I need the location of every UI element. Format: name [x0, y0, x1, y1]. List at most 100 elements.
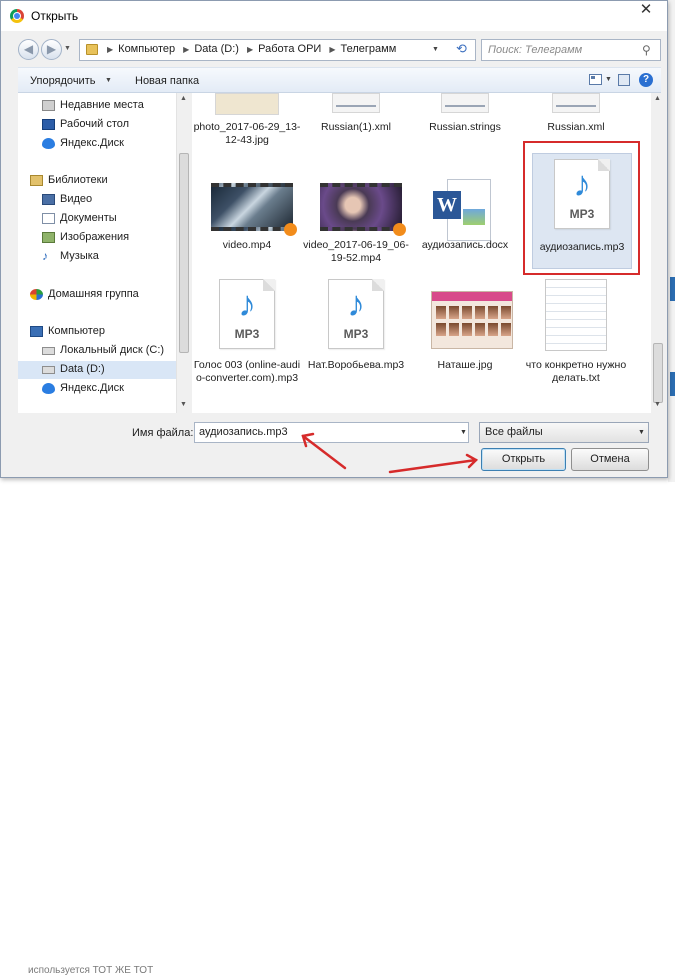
filename-input[interactable]: аудиозапись.mp3 ▼ [194, 422, 469, 443]
nav-scrollbar[interactable]: ▲ ▼ [176, 93, 191, 413]
breadcrumb: ▶ Компьютер ▶ Data (D:) ▶ Работа ОРИ ▶ Телег… [102, 43, 396, 55]
homegroup-icon [30, 289, 43, 300]
drive-icon [42, 347, 55, 355]
refresh-icon[interactable]: ⟲ [456, 41, 467, 57]
file-item-video[interactable]: video.mp4 [193, 179, 301, 259]
mp3-file-icon: ♪ MP3 [219, 279, 275, 349]
recent-pages-dropdown[interactable]: ▼ [64, 45, 71, 52]
file-name: Голос 003 (online-audio-converter.com).m… [193, 359, 301, 384]
new-folder-button[interactable]: Новая папка [135, 75, 199, 87]
play-icon [284, 223, 297, 236]
chevron-down-icon[interactable]: ▼ [605, 76, 612, 83]
nav-label: Рабочий стол [60, 118, 130, 130]
nav-item-local-c[interactable]: Локальный диск (C:) [18, 342, 176, 360]
chevron-right-icon: ▶ [107, 45, 114, 54]
nav-label: Data (D:) [60, 363, 105, 375]
view-options-icon[interactable] [589, 74, 602, 85]
file-name: video.mp4 [222, 239, 272, 251]
file-item-photo[interactable]: photo_2017-06-29_13-12-43.jpg [193, 93, 301, 153]
file-name: аудиозапись.docx [421, 239, 509, 251]
dialog-title: Открыть [31, 9, 79, 23]
nav-item-documents[interactable]: Документы [18, 210, 176, 228]
background-text: используется ТОТ ЖЕ ТОТ [28, 965, 154, 976]
scroll-thumb[interactable] [179, 153, 189, 353]
nav-item-computer[interactable]: Компьютер [18, 323, 176, 341]
scroll-thumb[interactable] [653, 343, 663, 403]
search-input[interactable]: Поиск: Телеграмм ⚲ [481, 39, 661, 61]
folder-icon [86, 44, 98, 55]
scroll-up-icon[interactable]: ▲ [654, 95, 661, 102]
file-item-video2[interactable]: video_2017-06-19_06-19-52.mp4 [302, 179, 410, 264]
breadcrumb-data-d[interactable]: Data (D:) [194, 43, 239, 55]
address-bar[interactable]: ▶ Компьютер ▶ Data (D:) ▶ Работа ОРИ ▶ Телег… [79, 39, 476, 61]
file-item-docx[interactable]: W аудиозапись.docx [411, 179, 519, 259]
play-icon [393, 223, 406, 236]
nav-item-music[interactable]: ♪ Музыка [18, 248, 176, 266]
address-dropdown-icon[interactable]: ▼ [432, 46, 439, 53]
scroll-down-icon[interactable]: ▼ [654, 401, 661, 408]
xml-file-icon [332, 93, 380, 113]
scroll-up-icon[interactable]: ▲ [180, 95, 187, 102]
open-button[interactable]: Открыть [481, 448, 566, 471]
text-line-icon [445, 105, 485, 107]
chevron-right-icon: ▶ [247, 45, 254, 54]
filename-label: Имя файла: [132, 427, 194, 439]
file-item-russian-strings[interactable]: Russian.strings [411, 93, 519, 153]
xml-file-icon [552, 93, 600, 113]
chevron-down-icon[interactable]: ▼ [460, 429, 467, 436]
preview-pane-icon[interactable] [618, 74, 630, 86]
file-list-scrollbar[interactable]: ▲ ▼ [651, 93, 666, 413]
breadcrumb-computer[interactable]: Компьютер [118, 43, 175, 55]
nav-item-libraries[interactable]: Библиотеки [18, 172, 176, 190]
image-thumbnail [431, 291, 513, 349]
breadcrumb-telegramm[interactable]: Телеграмм [341, 43, 397, 55]
chevron-right-icon: ▶ [183, 45, 190, 54]
desktop-icon [42, 119, 55, 130]
breadcrumb-rabota[interactable]: Работа ОРИ [258, 43, 321, 55]
chevron-right-icon: ▶ [329, 45, 336, 54]
forward-button[interactable]: ▶ [41, 39, 62, 60]
video-thumbnail [211, 183, 293, 231]
file-icon [441, 93, 489, 113]
nav-label: Видео [60, 193, 93, 205]
nav-item-video[interactable]: Видео [18, 191, 176, 209]
video-thumbnail [320, 183, 402, 231]
back-button[interactable]: ◀ [18, 39, 39, 60]
title-bar: Открыть ✕ [1, 1, 667, 31]
nav-item-homegroup[interactable]: Домашняя группа [18, 286, 176, 304]
file-type-select[interactable]: Все файлы ▼ [479, 422, 649, 443]
nav-item-yandex-disk-2[interactable]: Яндекс.Диск [18, 380, 176, 398]
nav-item-recent[interactable]: Недавние места [18, 97, 176, 115]
organize-button[interactable]: Упорядочить [30, 75, 95, 87]
nav-label: Локальный диск (C:) [60, 344, 165, 356]
file-item-natashe[interactable]: Наташе.jpg [411, 279, 519, 389]
cloud-icon [42, 383, 55, 394]
file-item-golos[interactable]: ♪ MP3 Голос 003 (online-audio-converter.c… [193, 279, 301, 409]
search-icon[interactable]: ⚲ [642, 43, 651, 57]
nav-item-desktop[interactable]: Рабочий стол [18, 116, 176, 134]
nav-label: Яндекс.Диск [60, 137, 124, 149]
word-document-icon: W [433, 179, 491, 245]
nav-label: Документы [60, 212, 117, 224]
nav-item-yandex-disk[interactable]: Яндекс.Диск [18, 135, 176, 153]
file-item-nat[interactable]: ♪ MP3 Нат.Воробьева.mp3 [302, 279, 410, 389]
search-placeholder: Поиск: Телеграмм [488, 44, 583, 56]
navigation-pane: Недавние места Рабочий стол Яндекс.Диск … [18, 93, 176, 413]
scroll-down-icon[interactable]: ▼ [180, 401, 187, 408]
recent-places-icon [42, 100, 55, 111]
nav-label: Недавние места [60, 99, 144, 111]
file-item-russian1[interactable]: Russian(1).xml [302, 93, 410, 153]
close-button[interactable]: ✕ [625, 1, 667, 21]
libraries-icon [30, 175, 43, 186]
file-item-txt[interactable]: что конкретно нужно делать.txt [522, 279, 630, 389]
nav-item-images[interactable]: Изображения [18, 229, 176, 247]
help-icon[interactable]: ? [639, 73, 653, 87]
cancel-button[interactable]: Отмена [571, 448, 649, 471]
background-accent [670, 372, 675, 396]
cloud-icon [42, 138, 55, 149]
nav-label: Музыка [60, 250, 99, 262]
text-line-icon [556, 105, 596, 107]
file-name: Нат.Воробьева.mp3 [307, 359, 405, 371]
file-name: Наташе.jpg [437, 359, 493, 371]
nav-item-data-d[interactable]: Data (D:) [18, 361, 176, 379]
